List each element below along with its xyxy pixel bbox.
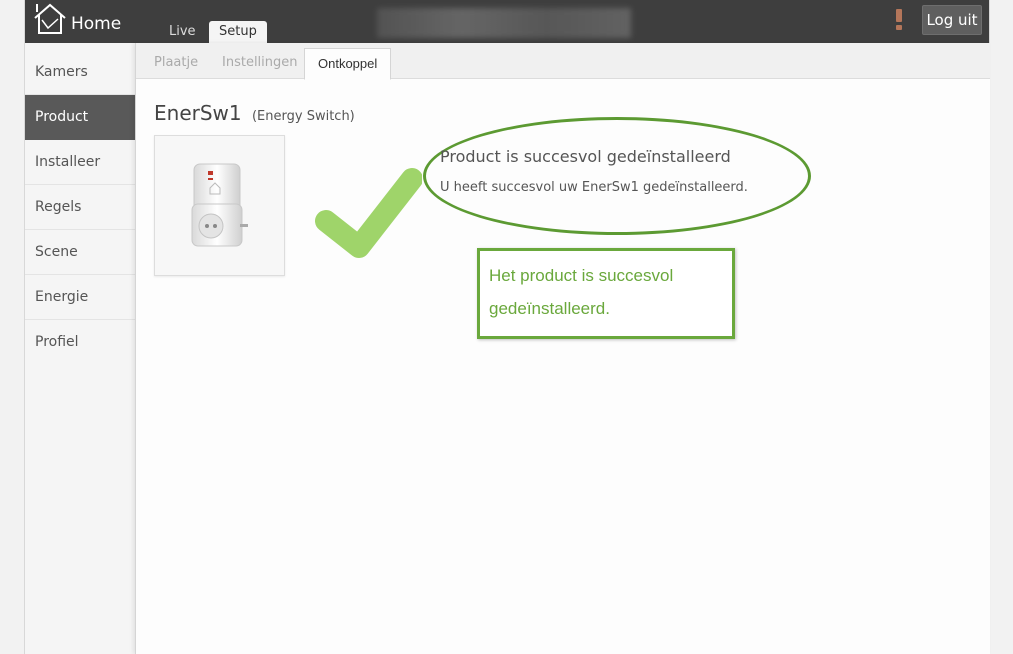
status-heading: Product is succesvol gedeïnstalleerd [440, 147, 731, 166]
tab-ontkoppel[interactable]: Ontkoppel [304, 48, 392, 80]
tab-instellingen[interactable]: Instellingen [214, 48, 306, 78]
logout-button[interactable]: Log uit [922, 5, 982, 35]
sidebar-item-energie[interactable]: Energie [25, 275, 135, 320]
sidebar-item-installeer[interactable]: Installeer [25, 140, 135, 185]
sidebar-nav: Kamers Product Installeer Regels Scene E… [25, 50, 135, 364]
product-type: (Energy Switch) [251, 109, 355, 124]
main-panel: Plaatje Instellingen Ontkoppel EnerSw1 (… [135, 43, 990, 654]
highlight-ellipse [423, 117, 811, 235]
product-name: EnerSw1 [154, 101, 242, 125]
app-title[interactable]: Home [71, 14, 121, 34]
sidebar-item-scene[interactable]: Scene [25, 230, 135, 275]
page-title: EnerSw1 (Energy Switch) [154, 101, 355, 125]
app-frame: Home Live Setup Log uit Kamers Product I… [24, 0, 990, 654]
sidebar-item-product[interactable]: Product [25, 95, 135, 140]
sidebar-item-regels[interactable]: Regels [25, 185, 135, 230]
tab-plaatje[interactable]: Plaatje [146, 48, 206, 78]
tab-live[interactable]: Live [161, 21, 204, 43]
tab-setup[interactable]: Setup [209, 21, 267, 43]
sub-tab-bar: Plaatje Instellingen Ontkoppel [136, 43, 990, 80]
checkmark-icon [315, 168, 422, 258]
home-logo-icon[interactable] [33, 2, 67, 36]
blurred-region [377, 8, 631, 38]
energy-switch-icon [191, 163, 248, 247]
sidebar-item-kamers[interactable]: Kamers [25, 50, 135, 95]
product-image [154, 135, 285, 276]
status-message: U heeft succesvol uw EnerSw1 gedeïnstall… [440, 180, 748, 195]
exclamation-icon[interactable] [896, 9, 902, 30]
annotation-callout: Het product is succesvol gedeïnstalleerd… [477, 248, 735, 339]
top-bar: Home Live Setup Log uit [25, 0, 989, 43]
sidebar-item-profiel[interactable]: Profiel [25, 320, 135, 364]
